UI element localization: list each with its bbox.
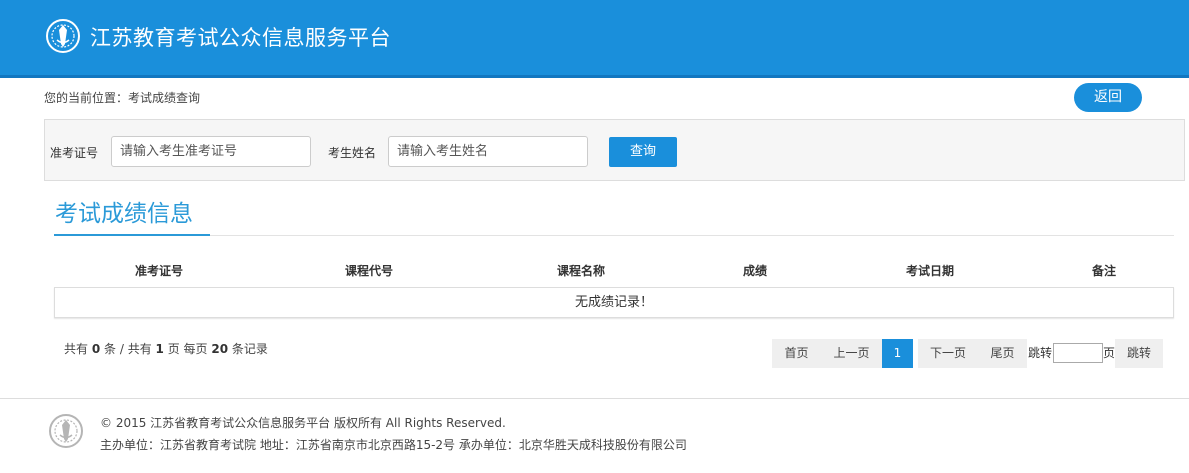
current-page-button[interactable]: 1 [882, 339, 913, 368]
jump-page-input[interactable] [1053, 343, 1103, 363]
footer-organizer-info: 主办单位：江苏省教育考试院 地址：江苏省南京市北京西路15-2号 承办单位：北京… [100, 438, 687, 452]
breadcrumb: 您的当前位置：考试成绩查询 [44, 91, 201, 105]
previous-page-button[interactable]: 上一页 [821, 339, 882, 368]
footer: © 2015 江苏省教育考试公众信息服务平台 版权所有 All Rights R… [0, 398, 1189, 473]
page-unit-label: 页 [1103, 346, 1116, 360]
total-pages: 1 [155, 342, 164, 356]
last-page-button[interactable]: 尾页 [978, 339, 1027, 368]
jump-button[interactable]: 跳转 [1115, 339, 1163, 368]
column-header-ticket-number: 准考证号 [134, 264, 183, 278]
summary-records-unit: 条 / 共有 [104, 342, 152, 356]
section-title: 考试成绩信息 [55, 201, 193, 227]
ticket-number-input[interactable] [111, 136, 311, 167]
section-divider [54, 235, 1174, 236]
next-page-button[interactable]: 下一页 [918, 339, 978, 368]
column-header-score: 成绩 [742, 264, 767, 278]
summary-per-page-prefix: 页 每页 [167, 342, 208, 356]
back-button[interactable]: 返回 [1074, 83, 1142, 112]
footer-copyright: © 2015 江苏省教育考试公众信息服务平台 版权所有 All Rights R… [100, 416, 506, 430]
student-name-input[interactable] [388, 136, 588, 167]
exam-emblem-icon [49, 414, 83, 448]
summary-prefix: 共有 [64, 342, 89, 356]
student-name-label: 考生姓名 [328, 146, 377, 160]
section-title-underline [54, 234, 210, 236]
table-header: 准考证号 课程代号 课程名称 成绩 考试日期 备注 [54, 262, 1174, 282]
jump-to-label: 跳转 [1027, 346, 1052, 360]
records-per-page: 20 [211, 342, 229, 356]
record-summary: 共有 0 条 / 共有 1 页 每页 20 条记录 [64, 340, 268, 357]
column-header-course-name: 课程名称 [556, 264, 605, 278]
search-panel: 准考证号 考生姓名 查询 [44, 119, 1185, 181]
ticket-number-label: 准考证号 [50, 146, 99, 160]
query-button[interactable]: 查询 [609, 137, 677, 167]
column-header-remarks: 备注 [1091, 264, 1116, 278]
summary-per-page-suffix: 条记录 [231, 342, 268, 356]
site-title: 江苏教育考试公众信息服务平台 [90, 26, 391, 50]
exam-emblem-icon [46, 19, 80, 53]
total-records: 0 [91, 342, 101, 356]
empty-result-row: 无成绩记录！ [54, 287, 1174, 318]
column-header-course-code: 课程代号 [344, 264, 393, 278]
column-header-exam-date: 考试日期 [905, 264, 954, 278]
first-page-button[interactable]: 首页 [772, 339, 821, 368]
header-bar: 江苏教育考试公众信息服务平台 [0, 0, 1189, 78]
